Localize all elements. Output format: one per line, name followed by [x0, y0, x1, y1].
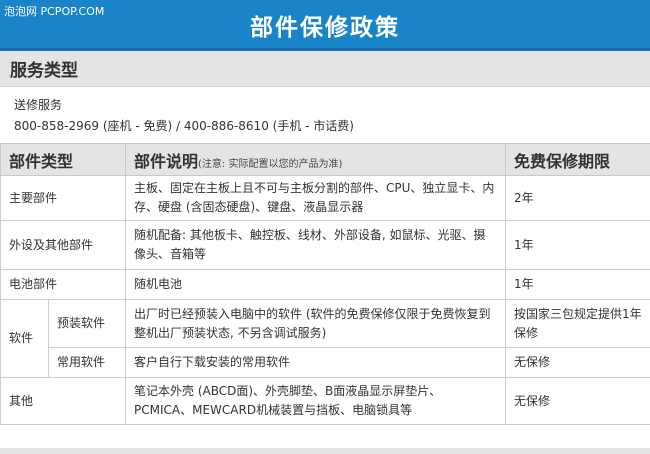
service-type-heading: 服务类型 — [10, 61, 78, 81]
header-part-type: 部件类型 — [0, 143, 127, 176]
table-row: 电池部件 随机电池 1年 — [0, 269, 650, 300]
row-part-type: 预装软件 — [47, 299, 127, 348]
table-row: 其他 笔记本外壳 (ABCD面)、外壳脚垫、B面液晶显示屏垫片、PCMICA、M… — [0, 377, 650, 425]
header-warranty-period: 免费保修期限 — [505, 143, 650, 176]
row-part-desc: 主板、固定在主板上且不可与主板分割的部件、CPU、独立显卡、内存、硬盘 (含固态… — [125, 175, 507, 221]
row-warranty-period: 按国家三包规定提供1年保修 — [505, 299, 650, 348]
row-part-type: 电池部件 — [0, 269, 127, 300]
table-row: 常用软件 客户自行下载安装的常用软件 无保修 — [1, 347, 650, 378]
row-part-desc: 笔记本外壳 (ABCD面)、外壳脚垫、B面液晶显示屏垫片、PCMICA、MEWC… — [125, 377, 507, 425]
row-warranty-period: 1年 — [505, 269, 650, 300]
row-warranty-period: 无保修 — [505, 377, 650, 425]
page-title: 部件保修政策 — [250, 15, 400, 41]
row-warranty-period: 1年 — [505, 220, 650, 270]
row-warranty-period: 无保修 — [505, 347, 650, 378]
header-part-desc-note: (注意: 实际配置以您的产品为准) — [198, 158, 343, 170]
table-header-row: 部件类型 部件说明(注意: 实际配置以您的产品为准) 免费保修期限 — [0, 143, 650, 176]
table-row: 主要部件 主板、固定在主板上且不可与主板分割的部件、CPU、独立显卡、内存、硬盘… — [0, 175, 650, 221]
header-part-desc: 部件说明(注意: 实际配置以您的产品为准) — [125, 143, 507, 176]
row-part-type: 其他 — [0, 377, 127, 425]
row-part-type: 常用软件 — [47, 347, 127, 378]
service-info: 送修服务 800-858-2969 (座机 - 免费) / 400-886-86… — [0, 87, 650, 143]
row-part-desc: 随机配备: 其他板卡、触控板、线材、外部设备, 如鼠标、光驱、摄像头、音箱等 — [125, 220, 507, 270]
header-part-desc-label: 部件说明 — [134, 151, 199, 171]
table-row: 外设及其他部件 随机配备: 其他板卡、触控板、线材、外部设备, 如鼠标、光驱、摄… — [0, 220, 650, 270]
row-part-desc: 出厂时已经预装入电脑中的软件 (软件的免费保修仅限于免费恢复到整机出厂预装状态,… — [125, 299, 507, 348]
row-part-type: 主要部件 — [0, 175, 127, 221]
footer-bar — [0, 448, 650, 454]
row-part-type: 外设及其他部件 — [0, 220, 127, 270]
service-type-header: 服务类型 — [0, 51, 650, 87]
row-group-software: 软件 — [0, 299, 49, 378]
site-watermark: 泡泡网 PCPOP.COM — [4, 5, 105, 18]
service-type-text: 送修服务 — [14, 98, 63, 112]
row-part-desc: 随机电池 — [125, 269, 507, 300]
table-row: 软件 预装软件 出厂时已经预装入电脑中的软件 (软件的免费保修仅限于免费恢复到整… — [0, 299, 650, 378]
row-warranty-period: 2年 — [505, 175, 650, 221]
row-part-desc: 客户自行下载安装的常用软件 — [125, 347, 507, 378]
service-phone-numbers: 800-858-2969 (座机 - 免费) / 400-886-8610 (手… — [14, 119, 354, 133]
warranty-table: 部件类型 部件说明(注意: 实际配置以您的产品为准) 免费保修期限 主要部件 主… — [0, 143, 650, 425]
